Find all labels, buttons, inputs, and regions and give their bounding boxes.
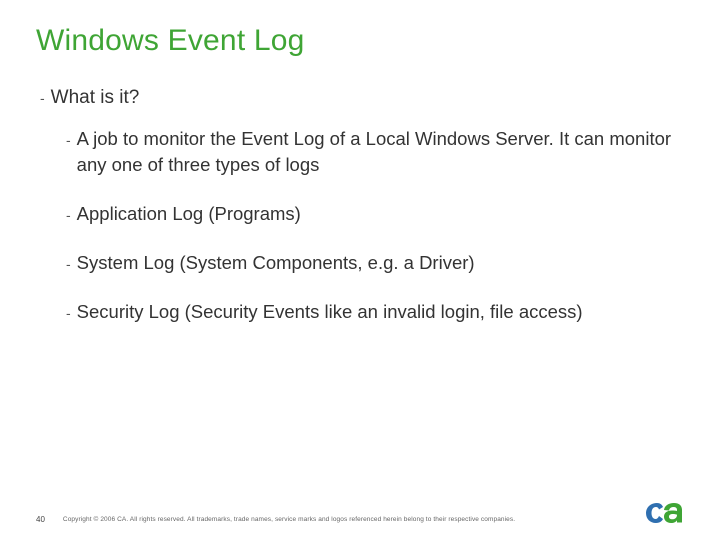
list-item: - Application Log (Programs) xyxy=(66,201,684,228)
bullet-level-1: - What is it? - A job to monitor the Eve… xyxy=(40,84,684,326)
dash-icon: - xyxy=(66,205,71,225)
list-item: - Security Log (Security Events like an … xyxy=(66,299,684,326)
bullet-text: System Log (System Components, e.g. a Dr… xyxy=(77,250,475,277)
footer-left: 40 Copyright © 2006 CA. All rights reser… xyxy=(36,515,515,524)
copyright-text: Copyright © 2006 CA. All rights reserved… xyxy=(63,516,515,523)
slide: Windows Event Log - What is it? - A job … xyxy=(0,0,720,540)
bullet-text: What is it? xyxy=(51,84,140,112)
bullet-level-2: - A job to monitor the Event Log of a Lo… xyxy=(66,126,684,326)
ca-logo-icon xyxy=(644,500,684,524)
dash-icon: - xyxy=(66,130,71,150)
bullet-text: A job to monitor the Event Log of a Loca… xyxy=(77,126,684,180)
list-item: - A job to monitor the Event Log of a Lo… xyxy=(66,126,684,180)
list-item: - What is it? xyxy=(40,84,684,112)
page-number: 40 xyxy=(36,515,45,524)
list-item: - System Log (System Components, e.g. a … xyxy=(66,250,684,277)
dash-icon: - xyxy=(40,88,45,108)
page-title: Windows Event Log xyxy=(36,24,684,58)
bullet-text: Application Log (Programs) xyxy=(77,201,301,228)
bullet-text: Security Log (Security Events like an in… xyxy=(77,299,583,326)
footer: 40 Copyright © 2006 CA. All rights reser… xyxy=(36,500,684,524)
dash-icon: - xyxy=(66,303,71,323)
dash-icon: - xyxy=(66,254,71,274)
